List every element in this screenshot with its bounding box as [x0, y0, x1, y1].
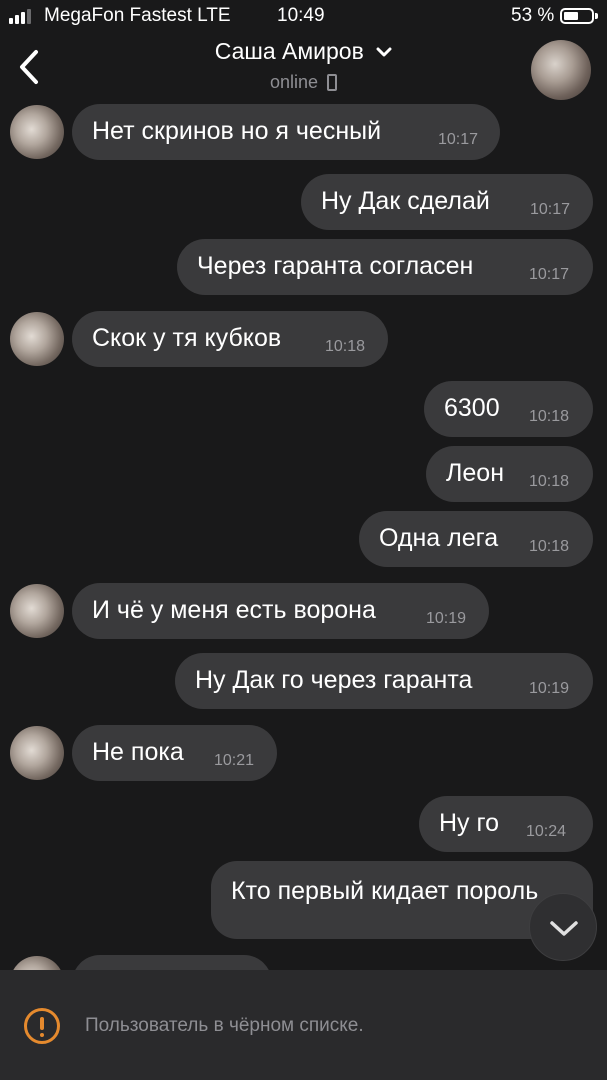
scroll-down-button[interactable]	[529, 893, 597, 961]
message-time: 10:24	[526, 823, 567, 840]
presence-status: online	[0, 72, 607, 93]
message-time: 10:18	[529, 408, 570, 425]
blocked-notice: Пользователь в чёрном списке.	[85, 1015, 364, 1036]
message-time: 10:21	[214, 752, 255, 769]
outgoing-message[interactable]: Ну Дак сделай 10:17	[301, 174, 593, 230]
chat-screen: MegaFon Fastest LTE 10:49 53 % Саша Амир…	[0, 0, 607, 1080]
message-time: 10:18	[325, 338, 366, 355]
contact-avatar[interactable]	[531, 40, 591, 100]
message-text: Через гаранта согласен	[197, 252, 474, 280]
carrier-name: MegaFon Fastest LTE	[44, 5, 231, 26]
message-time: 10:18	[529, 473, 570, 490]
sender-avatar[interactable]	[10, 726, 64, 780]
sender-avatar[interactable]	[10, 584, 64, 638]
message-time: 10:17	[438, 131, 479, 148]
message-text: Ну Дак сделай	[321, 187, 490, 215]
contact-name: Саша Амиров	[214, 38, 364, 64]
battery-percent: 53 %	[511, 5, 555, 26]
message-text: Одна лега	[379, 524, 499, 552]
message-text: Скок у тя кубков	[92, 324, 282, 352]
message-text: И чё у меня есть ворона	[92, 596, 376, 624]
outgoing-message[interactable]: Леон 10:18	[426, 446, 593, 502]
message-text: Нет скринов но я чесный	[92, 117, 382, 145]
warning-icon	[24, 1008, 60, 1044]
chat-header: Саша Амиров online	[0, 32, 607, 104]
phone-icon	[327, 74, 338, 91]
outgoing-message[interactable]: Ну Дак го через гаранта 10:19	[175, 653, 593, 709]
message-time: 10:17	[529, 266, 570, 283]
presence-label: online	[269, 72, 319, 92]
contact-title[interactable]: Саша Амиров	[0, 38, 607, 65]
sender-avatar[interactable]	[10, 105, 64, 159]
blocked-user-bar: Пользователь в чёрном списке.	[0, 970, 607, 1080]
incoming-message[interactable]	[72, 955, 272, 970]
message-text: Кто первый кидает пороль	[231, 877, 539, 905]
message-time: 10:19	[529, 680, 570, 697]
message-list[interactable]: Нет скринов но я чесный 10:17 Ну Дак сдела…	[0, 104, 607, 970]
chevron-down-icon	[376, 47, 392, 57]
message-text: Не пока	[92, 738, 184, 766]
outgoing-message[interactable]: 6300 10:18	[424, 381, 593, 437]
message-text: Ну го	[439, 809, 499, 837]
message-time: 10:17	[530, 201, 571, 218]
status-bar: MegaFon Fastest LTE 10:49 53 %	[0, 0, 607, 32]
sender-avatar[interactable]	[10, 312, 64, 366]
outgoing-message[interactable]: Через гаранта согласен 10:17	[177, 239, 593, 295]
signal-strength-icon	[9, 8, 31, 24]
incoming-message[interactable]: Не пока 10:21	[72, 725, 277, 781]
message-time: 10:18	[529, 538, 570, 555]
chevron-down-icon	[550, 921, 578, 936]
incoming-message[interactable]: Скок у тя кубков 10:18	[72, 311, 388, 367]
incoming-message[interactable]: И чё у меня есть ворона 10:19	[72, 583, 489, 639]
outgoing-message[interactable]: Ну го 10:24	[419, 796, 593, 852]
message-text: Леон	[446, 459, 505, 487]
sender-avatar[interactable]	[10, 956, 64, 970]
message-time: 10:19	[426, 610, 467, 627]
battery-icon	[560, 8, 598, 24]
outgoing-message[interactable]: Одна лега 10:18	[359, 511, 593, 567]
status-time: 10:49	[277, 5, 325, 26]
incoming-message[interactable]: Нет скринов но я чесный 10:17	[72, 104, 500, 160]
message-text: Ну Дак го через гаранта	[195, 666, 473, 694]
message-text: 6300	[444, 394, 500, 422]
